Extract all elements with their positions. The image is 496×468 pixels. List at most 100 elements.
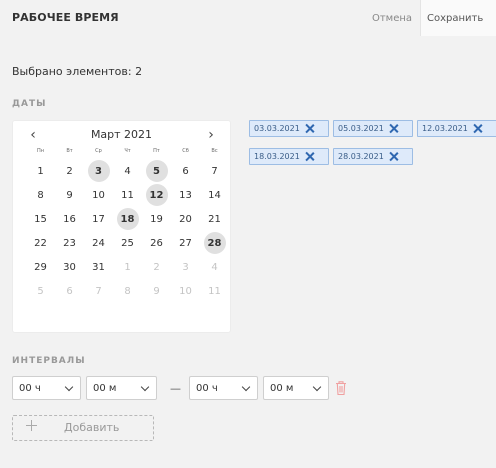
calendar-day-selected[interactable]: 3 — [84, 159, 113, 183]
calendar-day-number: 31 — [92, 261, 105, 273]
calendar-day[interactable]: 16 — [55, 207, 84, 231]
intervals-section-label: ИНТЕРВАЛЫ — [12, 356, 86, 366]
calendar-day[interactable]: 13 — [171, 183, 200, 207]
calendar-day-other-month[interactable]: 3 — [171, 255, 200, 279]
calendar-day-number: 8 — [124, 285, 131, 297]
weekday-label: Пт — [153, 148, 160, 154]
calendar-day[interactable]: 19 — [142, 207, 171, 231]
calendar-day-other-month[interactable]: 4 — [200, 255, 229, 279]
selected-date-text: 12.03.2021 — [422, 124, 468, 133]
selected-date-text: 18.03.2021 — [254, 152, 300, 161]
calendar-day-number: 24 — [92, 237, 105, 249]
calendar-day[interactable]: 8 — [26, 183, 55, 207]
weekday-label: Вс — [211, 148, 218, 154]
calendar-day-number: 9 — [153, 285, 160, 297]
calendar-day-number: 1 — [124, 261, 131, 273]
calendar-days-grid: 1 2 3 4 5 6 7 8 9 10 11 12 13 14 15 16 17 18 19 20 21 22 23 24 2… — [26, 159, 229, 303]
calendar-day-other-month[interactable]: 9 — [142, 279, 171, 303]
calendar-day-other-month[interactable]: 7 — [84, 279, 113, 303]
calendar-day-number: 11 — [121, 189, 134, 201]
calendar-day[interactable]: 4 — [113, 159, 142, 183]
calendar-day[interactable]: 2 — [55, 159, 84, 183]
calendar-day-number: 6 — [182, 165, 189, 177]
calendar-day-selected[interactable]: 28 — [200, 231, 229, 255]
calendar-day-number: 1 — [37, 165, 44, 177]
calendar-day[interactable]: 11 — [113, 183, 142, 207]
calendar-day[interactable]: 30 — [55, 255, 84, 279]
chevron-right-icon[interactable]: › — [201, 127, 221, 143]
calendar-day[interactable]: 17 — [84, 207, 113, 231]
save-button[interactable]: Сохранить — [420, 0, 496, 36]
calendar-day[interactable]: 23 — [55, 231, 84, 255]
close-icon[interactable] — [388, 123, 399, 134]
add-interval-button[interactable]: Добавить — [12, 415, 154, 441]
calendar-day-number: 17 — [92, 213, 105, 225]
calendar-day-other-month[interactable]: 5 — [26, 279, 55, 303]
calendar-day-number: 4 — [124, 165, 131, 177]
calendar-day[interactable]: 7 — [200, 159, 229, 183]
to-hours-select[interactable]: 00 ч — [189, 376, 258, 400]
dates-section-label: ДАТЫ — [12, 99, 47, 109]
calendar-day-other-month[interactable]: 10 — [171, 279, 200, 303]
calendar-day-number: 2 — [66, 165, 73, 177]
calendar-month-label: Март 2021 — [90, 128, 153, 141]
calendar-day[interactable]: 26 — [142, 231, 171, 255]
close-icon[interactable] — [304, 123, 315, 134]
selected-date-text: 28.03.2021 — [338, 152, 384, 161]
calendar-day-other-month[interactable]: 1 — [113, 255, 142, 279]
from-minutes-select[interactable]: 00 м — [86, 376, 157, 400]
calendar-day[interactable]: 14 — [200, 183, 229, 207]
calendar-day-number: 4 — [211, 261, 218, 273]
calendar-day-number: 11 — [208, 285, 221, 297]
calendar-day-number: 20 — [179, 213, 192, 225]
calendar-day-number: 10 — [179, 285, 192, 297]
calendar-day-number: 21 — [208, 213, 221, 225]
calendar-day-number: 3 — [87, 160, 110, 182]
calendar-day-other-month[interactable]: 2 — [142, 255, 171, 279]
calendar-day[interactable]: 20 — [171, 207, 200, 231]
interval-separator: — — [170, 382, 181, 395]
calendar-header: ‹ Март 2021 › — [13, 127, 230, 143]
top-bar: РАБОЧЕЕ ВРЕМЯ Отмена Сохранить — [0, 0, 496, 36]
calendar-day[interactable]: 1 — [26, 159, 55, 183]
calendar-day[interactable]: 22 — [26, 231, 55, 255]
close-icon[interactable] — [388, 151, 399, 162]
cancel-button[interactable]: Отмена — [364, 0, 420, 36]
calendar-day-number: 27 — [179, 237, 192, 249]
calendar-day-selected[interactable]: 5 — [142, 159, 171, 183]
calendar-day[interactable]: 27 — [171, 231, 200, 255]
to-minutes-select[interactable]: 00 м — [263, 376, 329, 400]
from-hours-select[interactable]: 00 ч — [12, 376, 81, 400]
from-hours-value: 00 ч — [19, 382, 41, 394]
plus-icon — [13, 419, 37, 433]
calendar-day-number: 13 — [179, 189, 192, 201]
calendar-day-number: 29 — [34, 261, 47, 273]
calendar-day-other-month[interactable]: 8 — [113, 279, 142, 303]
calendar-day[interactable]: 9 — [55, 183, 84, 207]
calendar-day-number: 5 — [145, 160, 168, 182]
calendar-day[interactable]: 21 — [200, 207, 229, 231]
calendar-day[interactable]: 25 — [113, 231, 142, 255]
calendar-day-selected[interactable]: 12 — [142, 183, 171, 207]
calendar-day[interactable]: 6 — [171, 159, 200, 183]
calendar-day-selected[interactable]: 18 — [113, 207, 142, 231]
calendar-day[interactable]: 31 — [84, 255, 113, 279]
calendar-day-number: 19 — [150, 213, 163, 225]
from-minutes-value: 00 м — [93, 382, 117, 394]
calendar-day[interactable]: 10 — [84, 183, 113, 207]
calendar-day-other-month[interactable]: 6 — [55, 279, 84, 303]
selected-date-chip: 03.03.2021 — [249, 120, 329, 137]
calendar-day[interactable]: 24 — [84, 231, 113, 255]
trash-icon[interactable] — [335, 380, 347, 396]
calendar-day-number: 6 — [66, 285, 73, 297]
selected-date-chip: 12.03.2021 — [417, 120, 496, 137]
chevron-down-icon — [140, 382, 150, 392]
calendar-day-number: 30 — [63, 261, 76, 273]
calendar-day[interactable]: 29 — [26, 255, 55, 279]
weekday-label: Чт — [124, 148, 131, 154]
close-icon[interactable] — [304, 151, 315, 162]
close-icon[interactable] — [472, 123, 483, 134]
page-title: РАБОЧЕЕ ВРЕМЯ — [12, 11, 119, 24]
calendar-day[interactable]: 15 — [26, 207, 55, 231]
calendar-day-other-month[interactable]: 11 — [200, 279, 229, 303]
